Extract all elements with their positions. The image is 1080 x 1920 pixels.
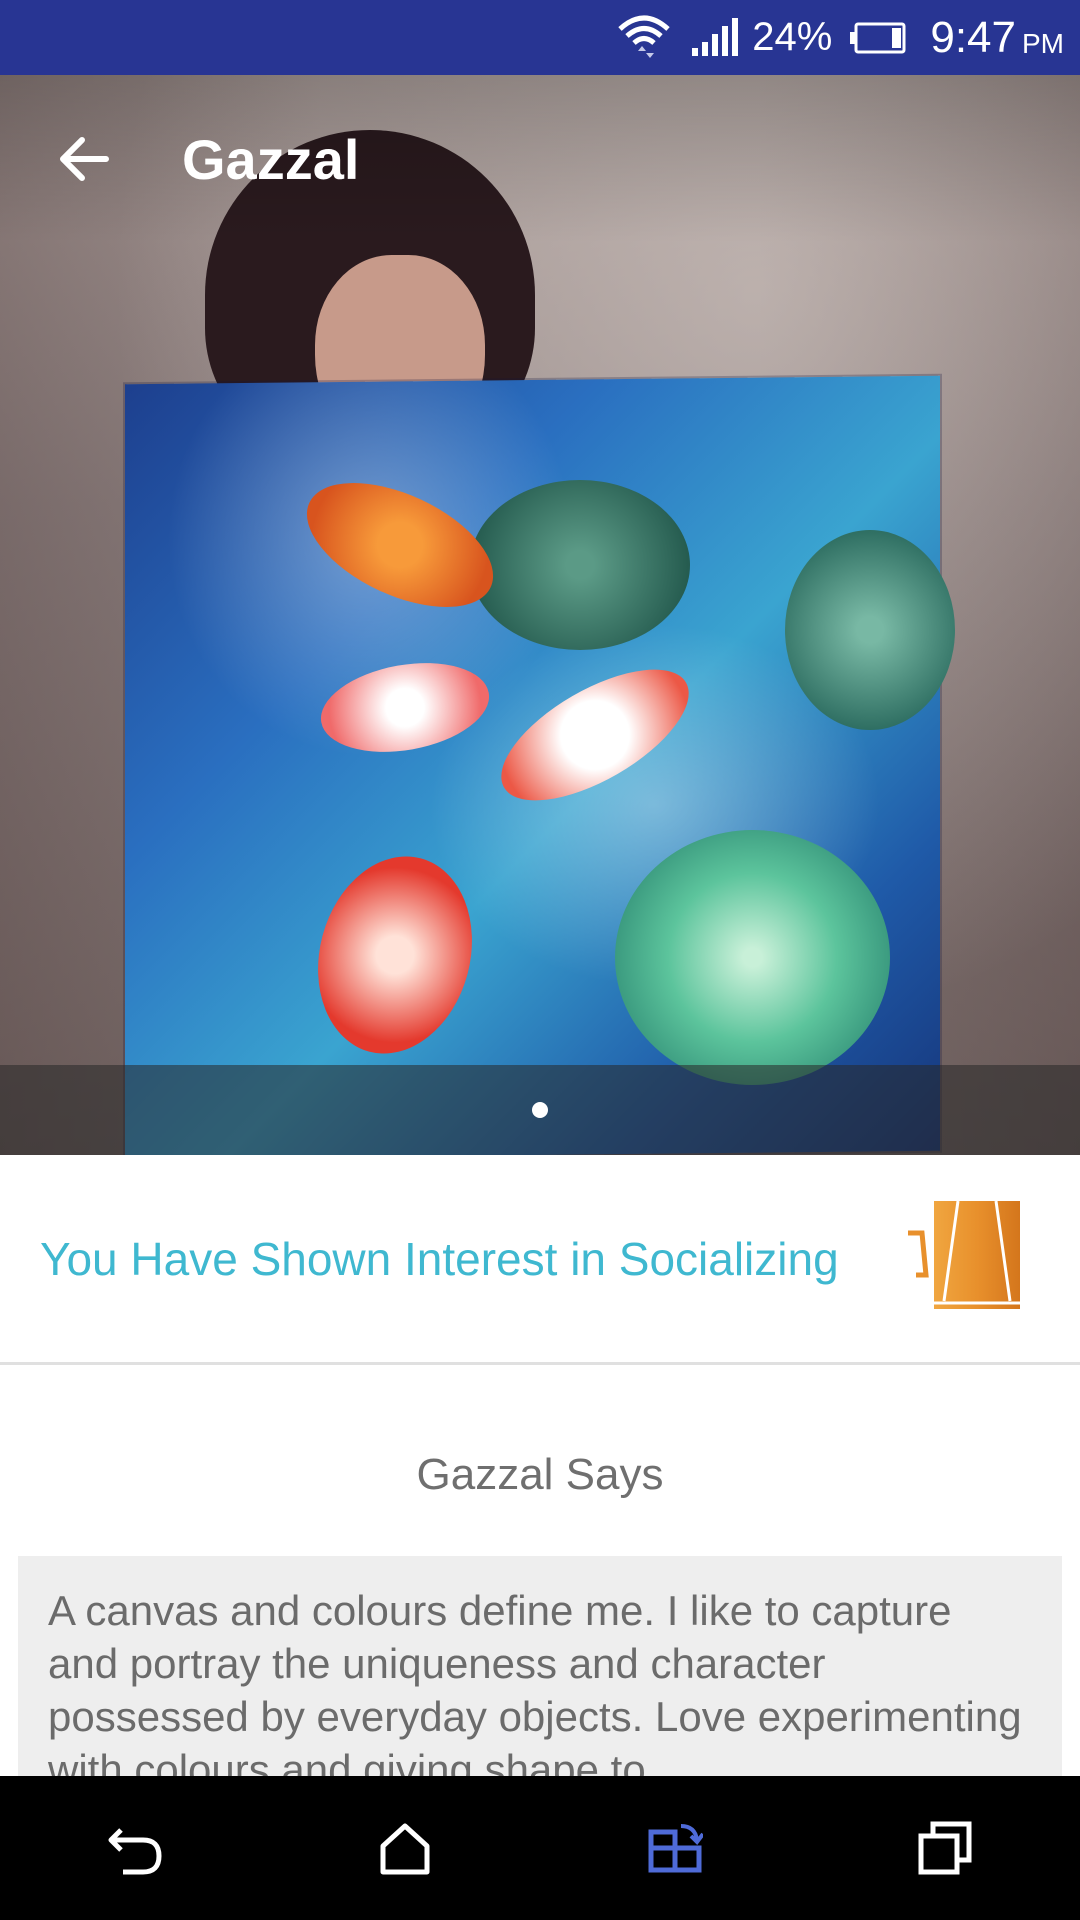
home-icon	[380, 1823, 430, 1875]
nav-home-button[interactable]	[345, 1788, 465, 1908]
says-box: A canvas and colours define me. I like t…	[18, 1556, 1062, 1776]
nav-rotate-button[interactable]	[615, 1788, 735, 1908]
nav-back-button[interactable]	[75, 1788, 195, 1908]
says-title: Gazzal Says	[416, 1450, 664, 1499]
profile-photo-gallery[interactable]: Gazzal	[0, 75, 1080, 1155]
back-icon	[108, 1828, 162, 1875]
battery-percent: 24%	[752, 15, 833, 59]
navigation-bar	[0, 1776, 1080, 1920]
says-text: A canvas and colours define me. I like t…	[48, 1587, 1022, 1776]
nav-recents-button[interactable]	[885, 1788, 1005, 1908]
socializing-drink-icon	[906, 1199, 1020, 1318]
pager-dot-active[interactable]	[532, 1102, 548, 1118]
painting-lily-pad	[615, 830, 890, 1085]
wifi-icon	[616, 13, 672, 63]
clock-ampm: PM	[1022, 27, 1064, 59]
battery-icon	[850, 22, 908, 54]
arrow-left-icon	[60, 137, 109, 181]
clock-time: 9:47	[930, 12, 1016, 62]
signal-icon	[690, 17, 739, 58]
status-bar: 24% 9:47 PM	[0, 0, 1080, 75]
back-button[interactable]	[36, 111, 132, 207]
interest-text: You Have Shown Interest in Socializing	[40, 1232, 839, 1285]
page-title: Gazzal	[182, 127, 360, 191]
painting-lily-pad	[470, 480, 690, 650]
painting-lily-pad	[785, 530, 955, 730]
gallery-pager	[0, 1065, 1080, 1155]
screen-rotate-icon	[648, 1824, 703, 1873]
interest-row: You Have Shown Interest in Socializing	[0, 1155, 1080, 1365]
app-bar: Gazzal	[0, 75, 1080, 243]
recents-icon	[918, 1821, 972, 1875]
